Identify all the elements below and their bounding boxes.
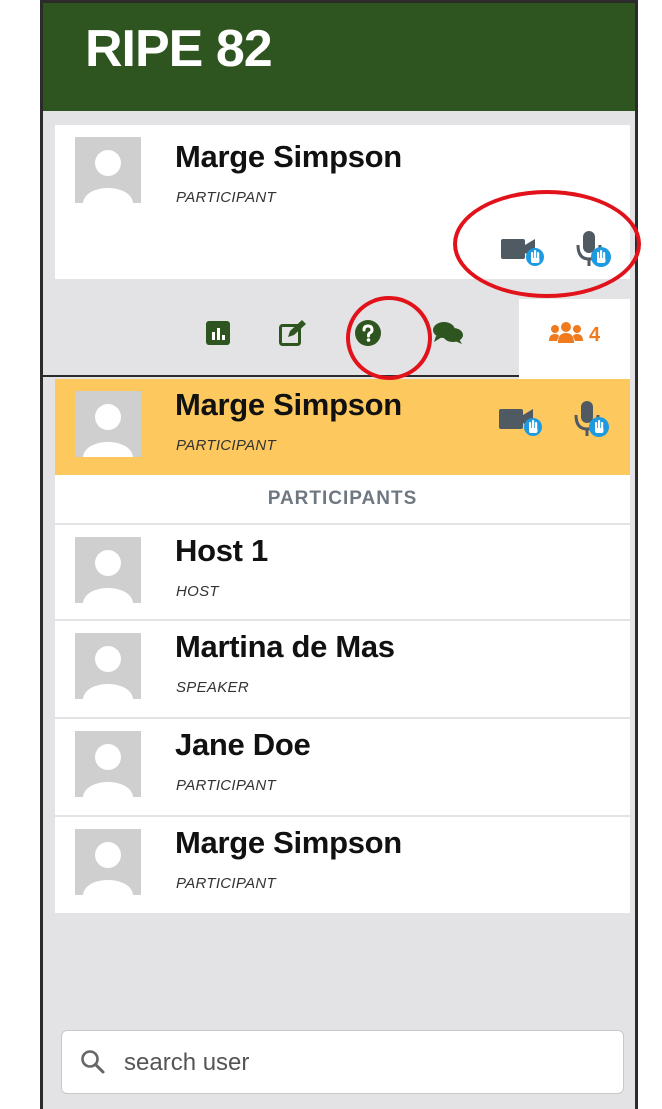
current-user-role: PARTICIPANT bbox=[176, 189, 276, 206]
participant-role: PARTICIPANT bbox=[176, 437, 276, 454]
tab-participants[interactable]: 4 bbox=[519, 297, 630, 373]
participants-section-title: PARTICIPANTS bbox=[55, 475, 630, 523]
participant-name: Jane Doe bbox=[175, 727, 311, 762]
tab-bar: 4 bbox=[43, 297, 635, 373]
tab-divider bbox=[43, 375, 519, 377]
avatar bbox=[75, 731, 141, 797]
participant-name: Marge Simpson bbox=[175, 387, 402, 422]
mic-raise-hand-icon[interactable] bbox=[573, 399, 613, 444]
avatar bbox=[75, 633, 141, 699]
tab-poll[interactable] bbox=[193, 297, 243, 373]
participant-role: SPEAKER bbox=[176, 679, 249, 696]
current-user-name: Marge Simpson bbox=[175, 139, 402, 174]
participant-name: Martina de Mas bbox=[175, 629, 395, 664]
participant-role: PARTICIPANT bbox=[176, 875, 276, 892]
participant-row[interactable]: Host 1 HOST bbox=[55, 525, 630, 619]
edit-icon bbox=[279, 319, 307, 351]
search-icon bbox=[80, 1049, 106, 1080]
participant-row[interactable]: Marge Simpson PARTICIPANT bbox=[55, 817, 630, 913]
app-header: RIPE 82 bbox=[43, 3, 635, 111]
avatar bbox=[75, 391, 141, 457]
annotation-circle-media bbox=[453, 190, 641, 298]
annotation-circle-questions bbox=[346, 296, 432, 380]
avatar bbox=[75, 829, 141, 895]
participant-role: HOST bbox=[176, 583, 219, 600]
search-input[interactable] bbox=[122, 1045, 606, 1081]
participant-row[interactable]: Jane Doe PARTICIPANT bbox=[55, 719, 630, 815]
app-title: RIPE 82 bbox=[85, 20, 273, 78]
camera-raise-hand-icon[interactable] bbox=[499, 401, 547, 442]
avatar bbox=[75, 537, 141, 603]
participant-role: PARTICIPANT bbox=[176, 777, 276, 794]
avatar bbox=[75, 137, 141, 203]
chat-icon bbox=[433, 321, 463, 350]
participant-name: Host 1 bbox=[175, 533, 268, 568]
self-participant-row[interactable]: Marge Simpson PARTICIPANT bbox=[55, 379, 630, 475]
app-window: RIPE 82 Marge Simpson PARTICIPANT 4 Marg… bbox=[40, 0, 638, 1109]
tab-notes[interactable] bbox=[268, 297, 318, 373]
participant-row[interactable]: Martina de Mas SPEAKER bbox=[55, 621, 630, 717]
self-media-controls bbox=[499, 399, 613, 444]
poll-icon bbox=[206, 320, 230, 350]
users-icon bbox=[548, 321, 583, 349]
participant-name: Marge Simpson bbox=[175, 825, 402, 860]
participant-count: 4 bbox=[588, 323, 601, 346]
search-box bbox=[61, 1030, 624, 1094]
